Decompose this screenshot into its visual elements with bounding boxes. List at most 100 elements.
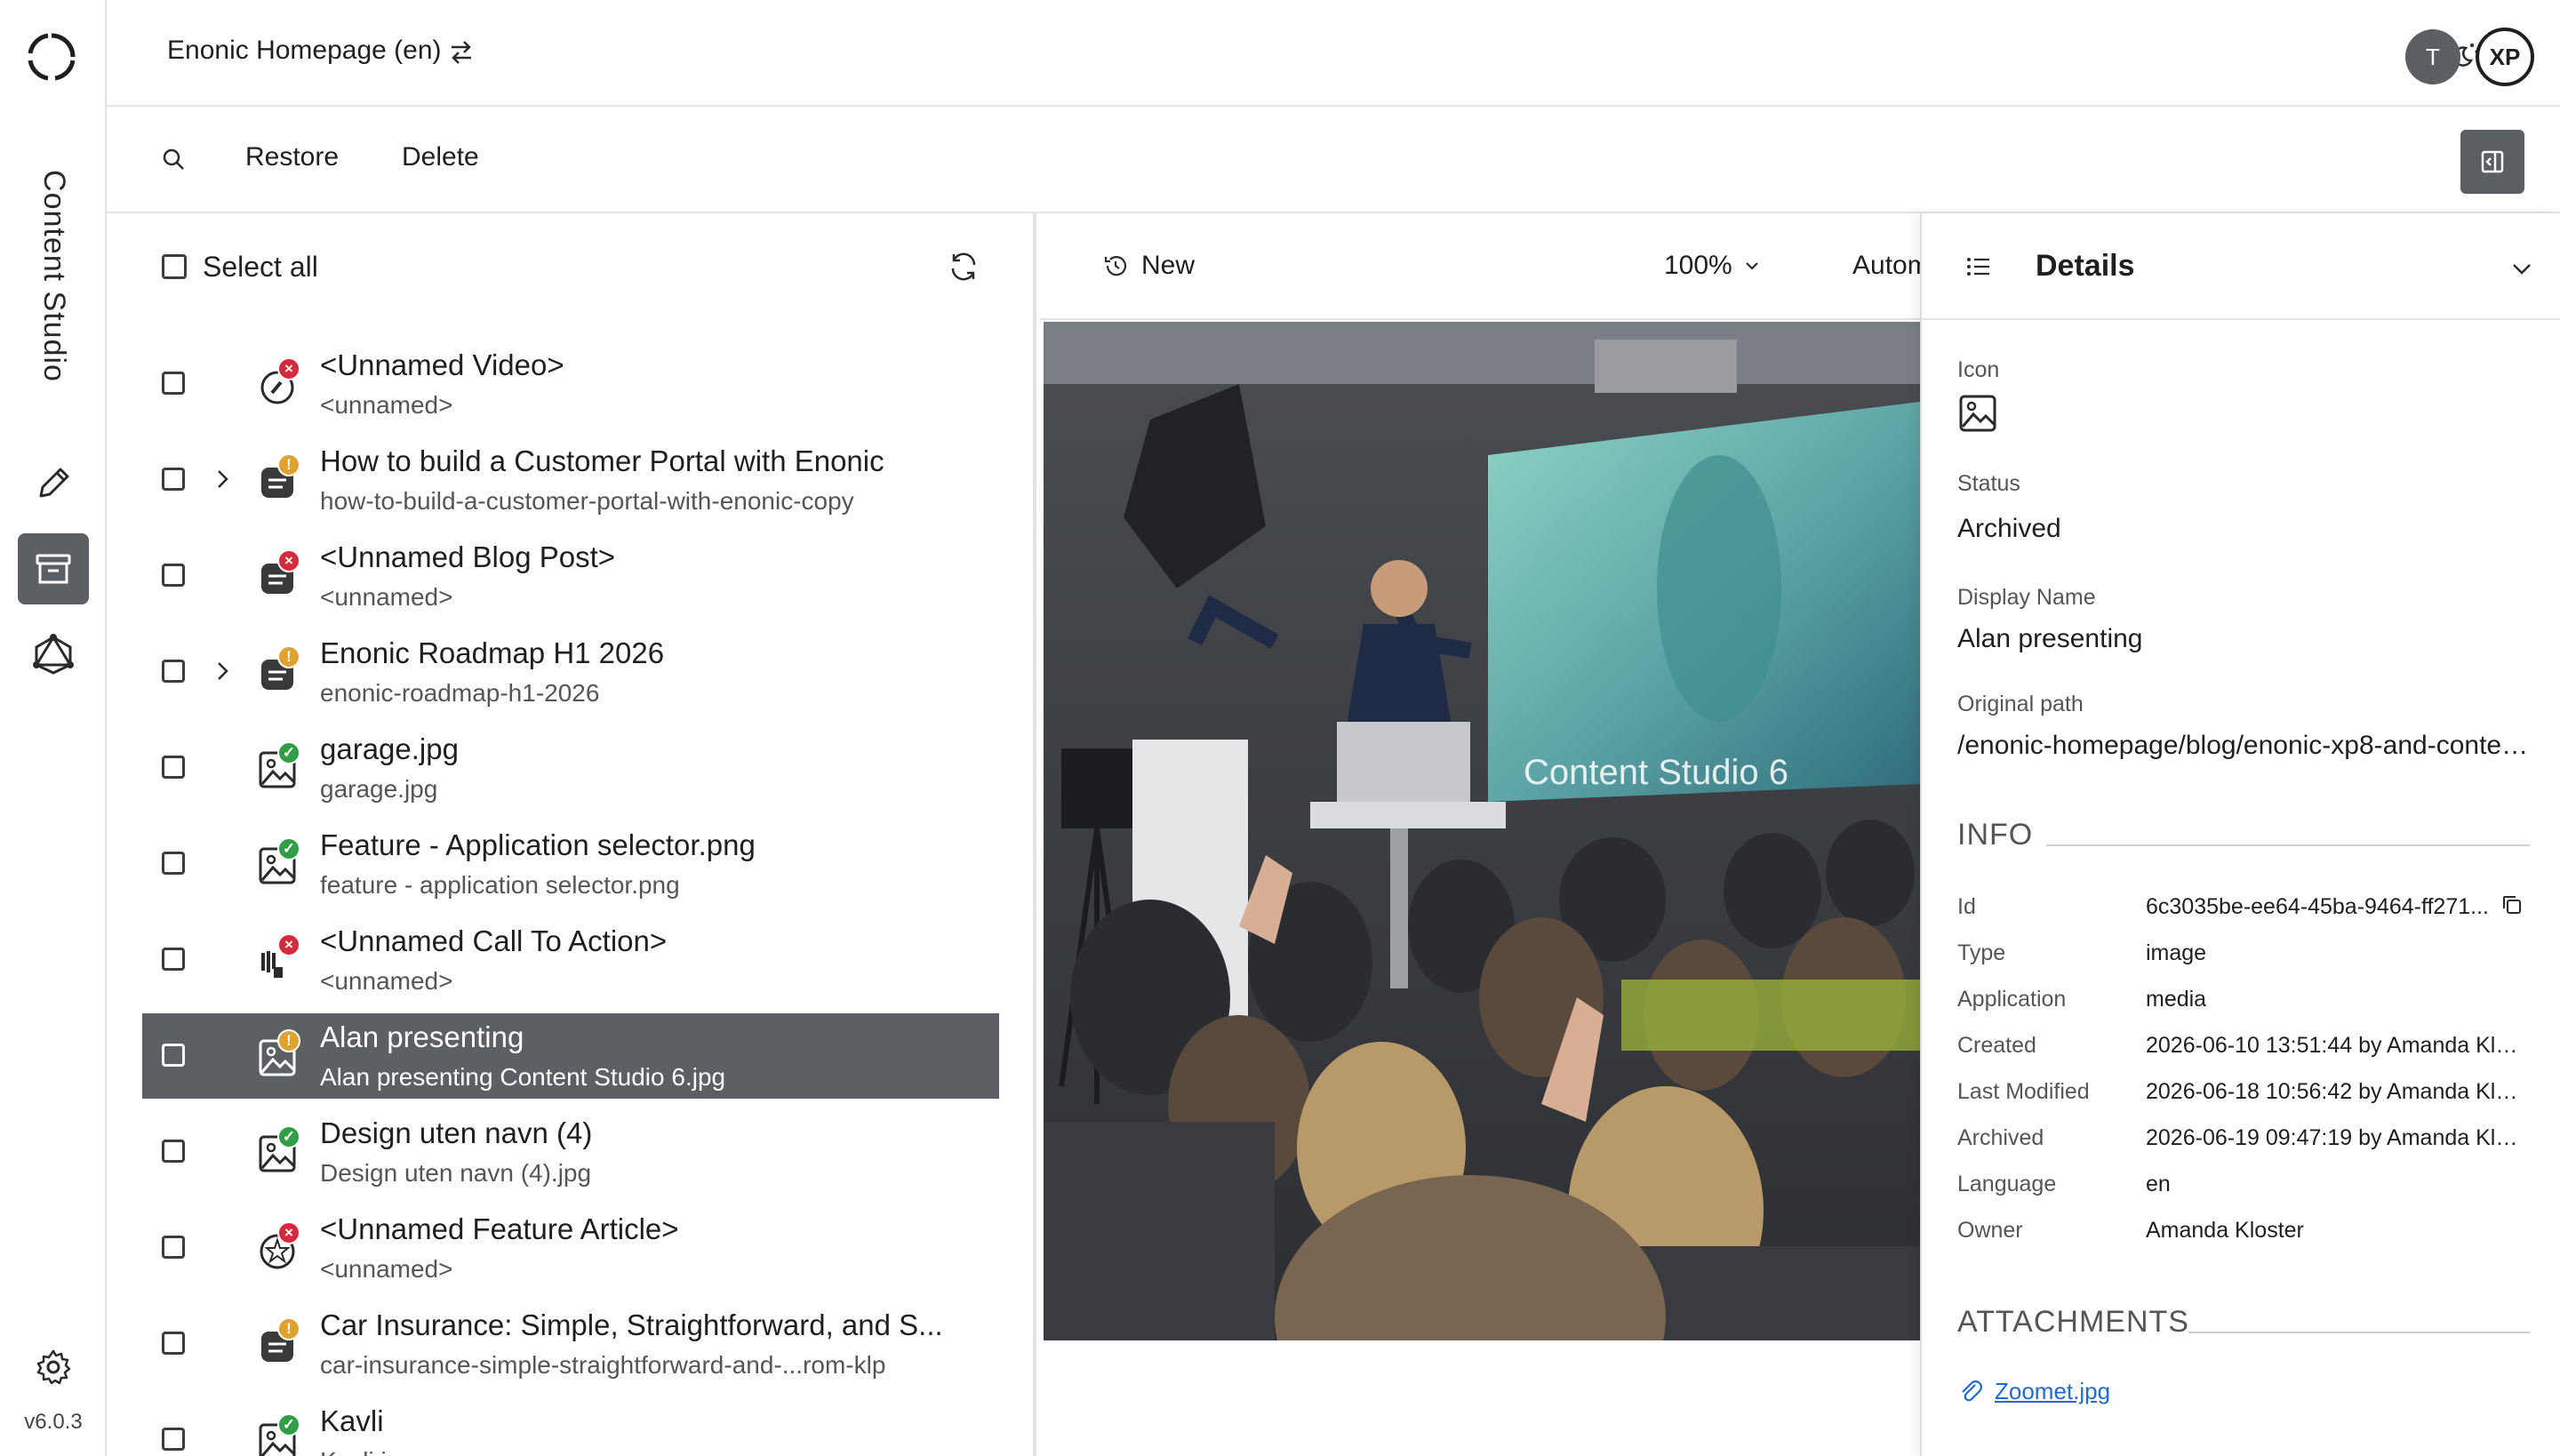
info-label: Created — [1957, 1033, 2036, 1058]
archive-icon — [36, 554, 71, 584]
status-error-icon: × — [277, 1221, 300, 1244]
item-title: Kavli — [320, 1404, 384, 1437]
status-warning-icon: ! — [277, 453, 300, 476]
preview-image: Content Studio 6 — [1044, 322, 1920, 1340]
info-divider — [2046, 844, 2530, 846]
row-checkbox[interactable] — [162, 1044, 185, 1067]
row-checkbox[interactable] — [162, 372, 185, 395]
list-item[interactable]: × <Unnamed Blog Post> <unnamed> — [142, 533, 999, 619]
image-icon — [1959, 395, 1996, 432]
info-label: Language — [1957, 1172, 2057, 1196]
item-title: Car Insurance: Simple, Straightforward, … — [320, 1308, 943, 1341]
item-subtitle: how-to-build-a-customer-portal-with-enon… — [320, 487, 854, 515]
status-label: Status — [1957, 471, 2020, 496]
list-item[interactable]: ✓ Feature - Application selector.png featu… — [142, 821, 999, 907]
list-item[interactable]: ! Alan presenting Alan presenting Content … — [142, 1013, 999, 1099]
row-checkbox[interactable] — [162, 1140, 185, 1163]
info-label: Type — [1957, 940, 2006, 965]
info-value: 6c3035be-ee64-45ba-9464-ff271... — [2146, 894, 2489, 919]
item-subtitle: <unnamed> — [320, 583, 453, 611]
item-subtitle: <unnamed> — [320, 1255, 453, 1283]
list-item[interactable]: ✓ garage.jpg garage.jpg — [142, 725, 999, 811]
history-icon[interactable] — [1102, 252, 1129, 279]
display-name-value: Alan presenting — [1957, 624, 2143, 653]
item-title: Design uten navn (4) — [320, 1116, 593, 1149]
gear-icon[interactable] — [34, 1348, 73, 1387]
restore-button[interactable]: Restore — [245, 142, 339, 172]
search-icon[interactable] — [160, 146, 188, 174]
preview-panel: New 100% Autom Content Studio 6 — [1040, 213, 1930, 1456]
info-label: Archived — [1957, 1125, 2044, 1150]
refresh-icon[interactable] — [946, 249, 981, 284]
pencil-icon — [39, 468, 69, 498]
list-item[interactable]: ! How to build a Customer Portal with Eno… — [142, 437, 999, 523]
row-checkbox[interactable] — [162, 564, 185, 587]
presentation-photo: Content Studio 6 — [1044, 322, 1920, 1340]
user-avatar[interactable]: T — [2405, 29, 2460, 84]
paperclip-icon — [1962, 1380, 1982, 1402]
rail-item-graph[interactable] — [18, 619, 89, 690]
item-subtitle: Design uten navn (4).jpg — [320, 1159, 592, 1187]
chevron-right-icon[interactable] — [210, 656, 236, 686]
status-ok-icon: ✓ — [277, 741, 300, 764]
list-item[interactable]: ! Enonic Roadmap H1 2026 enonic-roadmap-h1… — [142, 629, 999, 715]
attachments-section-title: ATTACHMENTS — [1957, 1305, 2189, 1339]
row-checkbox[interactable] — [162, 1332, 185, 1355]
status-ok-icon: ✓ — [277, 1413, 300, 1436]
xp-menu-button[interactable]: XP — [2476, 28, 2534, 86]
app-title: Content Studio — [36, 169, 71, 382]
original-path-label: Original path — [1957, 692, 2084, 716]
list-item[interactable]: × <Unnamed Call To Action> <unnamed> — [142, 917, 999, 1003]
copy-icon[interactable] — [2500, 892, 2524, 917]
list-item[interactable]: ✓ Design uten navn (4) Design uten navn (4… — [142, 1109, 999, 1195]
info-label: Last Modified — [1957, 1079, 2090, 1104]
chevron-down-icon[interactable] — [2508, 256, 2535, 283]
attachment-link[interactable]: Zoomet.jpg — [1995, 1378, 2110, 1405]
chevron-right-icon[interactable] — [210, 464, 236, 494]
row-checkbox[interactable] — [162, 756, 185, 779]
rail-item-archive[interactable] — [18, 533, 89, 604]
enonic-logo-icon[interactable] — [27, 32, 76, 82]
select-all-checkbox[interactable] — [162, 254, 187, 279]
preview-toolbar: New 100% Autom — [1040, 213, 1930, 320]
details-title: Details — [2036, 249, 2135, 283]
zoom-selector[interactable]: 100% — [1664, 251, 1732, 281]
list-item[interactable]: ! Car Insurance: Simple, Straightforward,… — [142, 1301, 999, 1387]
list-item[interactable]: ✓ Kavli Kavli.jpg — [142, 1397, 999, 1456]
select-all-label[interactable]: Select all — [203, 251, 318, 284]
item-subtitle: Kavli.jpg — [320, 1447, 996, 1456]
chevron-down-icon[interactable] — [1742, 256, 1762, 276]
row-checkbox[interactable] — [162, 1428, 185, 1451]
status-error-icon: × — [277, 357, 300, 380]
panel-icon — [2481, 150, 2504, 173]
details-panel: Details Icon Status Archived Display Nam… — [1920, 213, 2560, 1456]
toggle-details-panel-button[interactable] — [2460, 130, 2524, 194]
list-item[interactable]: × <Unnamed Feature Article> <unnamed> — [142, 1205, 999, 1291]
item-title: <Unnamed Video> — [320, 348, 564, 381]
original-path-value: /enonic-homepage/blog/enonic-xp8-and-con… — [1957, 731, 2535, 760]
row-checkbox[interactable] — [162, 1236, 185, 1259]
info-value: 2026-06-10 13:51:44 by Amanda Klo... — [2146, 1033, 2519, 1058]
info-label: Owner — [1957, 1218, 2023, 1243]
display-name-label: Display Name — [1957, 585, 2096, 610]
item-subtitle: garage.jpg — [320, 775, 438, 803]
row-checkbox[interactable] — [162, 468, 185, 491]
app-rail: Content Studio v6.0.3 — [0, 0, 107, 1456]
device-selector[interactable]: Autom — [1852, 251, 1930, 281]
status-warning-icon: ! — [277, 1317, 300, 1340]
project-title[interactable]: Enonic Homepage (en) — [167, 36, 442, 66]
app-version: v6.0.3 — [24, 1410, 83, 1434]
info-value: Amanda Kloster — [2146, 1218, 2304, 1243]
list-item[interactable]: × <Unnamed Video> <unnamed> — [142, 341, 999, 427]
version-selector[interactable]: New — [1141, 251, 1195, 281]
row-checkbox[interactable] — [162, 660, 185, 683]
details-header[interactable]: Details — [1922, 213, 2560, 320]
item-subtitle: enonic-roadmap-h1-2026 — [320, 679, 600, 707]
rail-item-edit[interactable] — [18, 448, 89, 519]
row-checkbox[interactable] — [162, 948, 185, 971]
switch-arrows-icon[interactable] — [448, 37, 475, 68]
row-checkbox[interactable] — [162, 852, 185, 875]
delete-button[interactable]: Delete — [402, 142, 479, 172]
app-header: Enonic Homepage (en) T XP — [107, 0, 2560, 107]
info-value: en — [2146, 1172, 2171, 1196]
